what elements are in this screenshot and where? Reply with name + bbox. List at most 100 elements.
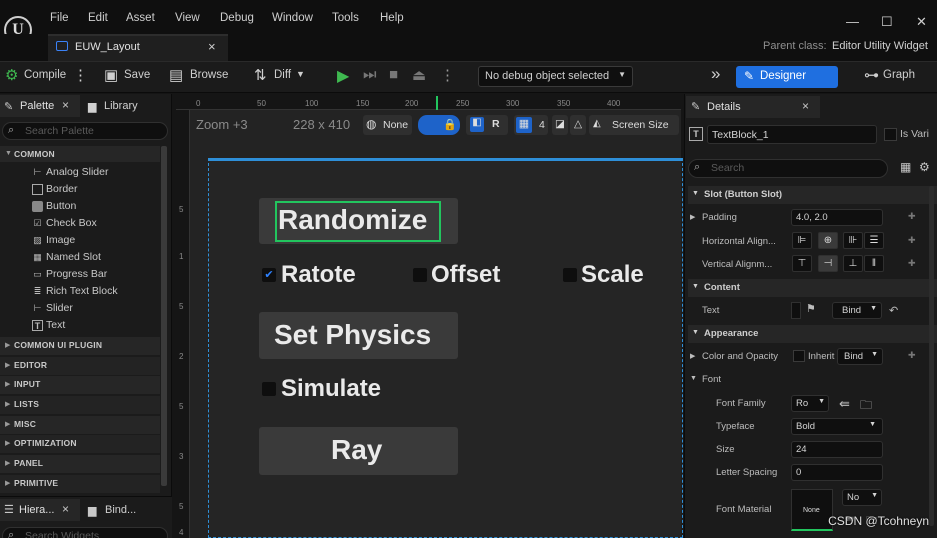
offset-checkbox[interactable] bbox=[413, 268, 427, 282]
compile-icon[interactable]: ⚙ bbox=[5, 66, 18, 84]
menu-debug[interactable]: Debug bbox=[220, 12, 254, 24]
widget-name-input[interactable]: TextBlock_1 bbox=[707, 125, 877, 144]
diff-button[interactable]: Diff bbox=[274, 69, 291, 81]
category-editor[interactable]: EDITOR bbox=[14, 360, 47, 370]
save-button[interactable]: Save bbox=[124, 69, 150, 81]
scale-checkbox[interactable] bbox=[563, 268, 577, 282]
maximize-button[interactable]: ☐ bbox=[881, 14, 893, 30]
play-options-icon[interactable]: ⋮ bbox=[440, 66, 455, 84]
hierarchy-tab-close-icon[interactable]: × bbox=[62, 502, 69, 516]
screen-size-select[interactable]: ◭ Screen Size bbox=[589, 115, 679, 135]
padding-input[interactable]: 4.0, 2.0 bbox=[791, 209, 883, 226]
palette-item-text[interactable]: Text bbox=[46, 319, 65, 331]
property-matrix-icon[interactable]: ▦ bbox=[900, 160, 911, 174]
step-icon[interactable]: ⏭ bbox=[363, 66, 377, 83]
document-tab[interactable]: EUW_Layout × bbox=[48, 34, 228, 61]
save-icon[interactable]: ▣ bbox=[104, 66, 118, 84]
browse-button[interactable]: Browse bbox=[190, 69, 228, 81]
find-in-browser-icon[interactable]: 🗀 bbox=[860, 396, 872, 417]
reset-pin-icon[interactable]: ✚ bbox=[908, 350, 916, 361]
font-family-select[interactable]: Ro ▼ bbox=[791, 395, 829, 412]
reset-pin-icon[interactable]: ✚ bbox=[908, 235, 916, 246]
lock-toggle[interactable]: 🔒 bbox=[418, 115, 460, 135]
details-scrollbar[interactable] bbox=[929, 186, 934, 526]
graph-icon[interactable]: ⊶ bbox=[864, 66, 879, 84]
palette-item-border[interactable]: Border bbox=[46, 183, 78, 195]
stop-icon[interactable]: ■ bbox=[389, 66, 398, 83]
is-variable-checkbox[interactable] bbox=[884, 128, 897, 141]
category-common-ui-plugin[interactable]: COMMON UI PLUGIN bbox=[14, 340, 102, 350]
font-size-input[interactable]: 24 bbox=[791, 441, 883, 458]
dpi-preview-toggle[interactable]: ◍ None bbox=[363, 115, 412, 135]
text-value-input[interactable] bbox=[791, 302, 801, 319]
halign-left-button[interactable]: ⊫ bbox=[792, 232, 812, 249]
compile-options-icon[interactable]: ⋮ bbox=[73, 66, 88, 84]
menu-edit[interactable]: Edit bbox=[88, 12, 108, 24]
compile-button[interactable]: Compile bbox=[24, 69, 66, 81]
debug-object-select[interactable]: No debug object selected ▼ bbox=[478, 66, 633, 87]
details-tab[interactable]: ✎ Details × bbox=[686, 96, 820, 118]
diff-icon[interactable]: ⇅ bbox=[254, 66, 267, 84]
play-icon[interactable]: ▶ bbox=[337, 66, 349, 86]
graph-mode-button[interactable]: Graph bbox=[883, 69, 915, 81]
halign-right-button[interactable]: ⊪ bbox=[843, 232, 863, 249]
menu-window[interactable]: Window bbox=[272, 12, 313, 24]
settings-gear-icon[interactable]: ⚙ bbox=[919, 160, 930, 174]
respect-locks-button[interactable]: ◧ R bbox=[466, 115, 508, 135]
palette-scrollbar[interactable] bbox=[161, 146, 167, 486]
warning-icon[interactable]: △ bbox=[570, 115, 586, 135]
palette-item-named-slot[interactable]: Named Slot bbox=[46, 251, 101, 263]
halign-center-button[interactable]: ⊕ bbox=[818, 232, 838, 249]
reset-pin-icon[interactable]: ✚ bbox=[908, 258, 916, 269]
bind-widgets-tab[interactable]: Bind... bbox=[105, 504, 136, 516]
palette-item-rich-text-block[interactable]: Rich Text Block bbox=[46, 285, 118, 297]
parent-class-value[interactable]: Editor Utility Widget bbox=[832, 40, 928, 52]
reset-pin-icon[interactable]: ✚ bbox=[908, 211, 916, 222]
category-misc[interactable]: MISC bbox=[14, 419, 36, 429]
palette-item-image[interactable]: Image bbox=[46, 234, 75, 246]
reset-arrow-icon[interactable]: ↶ bbox=[889, 304, 898, 317]
slot-section-header[interactable]: ▼ Slot (Button Slot) bbox=[688, 186, 937, 204]
ratote-checkbox[interactable]: ✔ bbox=[262, 268, 276, 282]
text-bind-dropdown[interactable]: Bind ▼ bbox=[832, 302, 882, 319]
document-tab-close-icon[interactable]: × bbox=[208, 39, 216, 54]
diff-dropdown-icon[interactable]: ▼ bbox=[296, 69, 305, 79]
font-material-select[interactable]: No ▼ bbox=[842, 489, 882, 506]
minimize-button[interactable]: — bbox=[846, 14, 859, 29]
valign-fill-button[interactable]: ‖ bbox=[864, 255, 884, 272]
valign-top-button[interactable]: ⊤ bbox=[792, 255, 812, 272]
details-search-input[interactable]: ⌕ Search bbox=[688, 159, 888, 178]
valign-bottom-button[interactable]: ⊥ bbox=[843, 255, 863, 272]
palette-item-button[interactable]: Button bbox=[46, 200, 76, 212]
palette-search-input[interactable]: ⌕ Search Palette bbox=[2, 122, 168, 140]
menu-help[interactable]: Help bbox=[380, 12, 404, 24]
color-bind-dropdown[interactable]: Bind ▼ bbox=[837, 348, 883, 365]
color-swatch[interactable] bbox=[793, 350, 805, 362]
menu-asset[interactable]: Asset bbox=[126, 12, 155, 24]
appearance-section-header[interactable]: ▼ Appearance bbox=[688, 325, 937, 343]
expand-modes-icon[interactable]: » bbox=[711, 64, 720, 84]
menu-view[interactable]: View bbox=[175, 12, 200, 24]
category-lists[interactable]: LISTS bbox=[14, 399, 39, 409]
halign-fill-button[interactable]: ☰ bbox=[864, 232, 884, 249]
category-primitive[interactable]: PRIMITIVE bbox=[14, 478, 58, 488]
letter-spacing-input[interactable]: 0 bbox=[791, 464, 883, 481]
palette-item-progress-bar[interactable]: Progress Bar bbox=[46, 268, 107, 280]
category-panel[interactable]: PANEL bbox=[14, 458, 43, 468]
palette-item-slider[interactable]: Slider bbox=[46, 302, 73, 314]
grid-snap-toggle[interactable]: ▦ 4 bbox=[514, 115, 548, 135]
eject-icon[interactable]: ⏏ bbox=[412, 66, 426, 84]
content-section-header[interactable]: ▼ Content bbox=[688, 279, 937, 297]
library-tab[interactable]: Library bbox=[104, 100, 138, 112]
font-material-thumbnail[interactable]: None bbox=[791, 489, 833, 531]
menu-tools[interactable]: Tools bbox=[332, 12, 359, 24]
typeface-select[interactable]: Bold ▼ bbox=[791, 418, 883, 435]
category-input[interactable]: INPUT bbox=[14, 379, 41, 389]
browse-arrow-icon[interactable]: ⇚ bbox=[839, 396, 850, 412]
widgets-search-input[interactable]: ⌕ Search Widgets bbox=[2, 527, 168, 538]
palette-tab[interactable]: ✎ Palette × bbox=[0, 95, 80, 117]
localization-flag-icon[interactable]: ⚑ bbox=[806, 302, 816, 315]
menu-file[interactable]: File bbox=[50, 12, 69, 24]
simulate-checkbox[interactable] bbox=[262, 382, 276, 396]
valign-center-button[interactable]: ⊣ bbox=[818, 255, 838, 272]
